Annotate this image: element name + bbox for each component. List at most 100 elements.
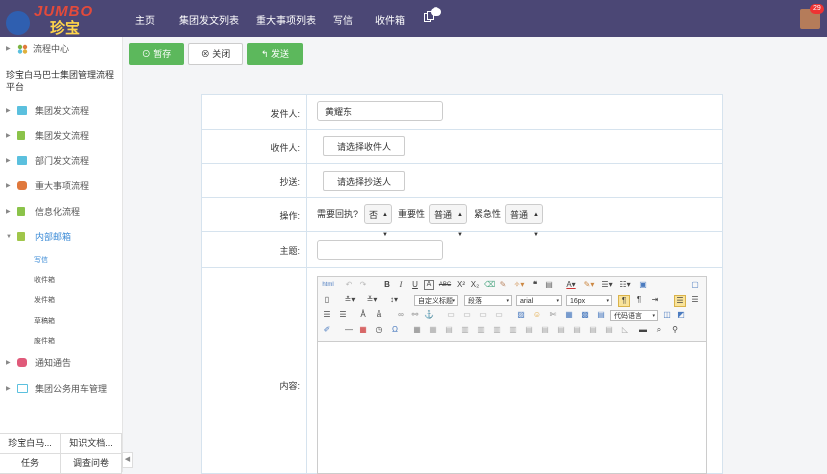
split-cols-icon[interactable]: ▤ [604,325,614,335]
nav-write-letter[interactable]: 写信 [333,12,353,27]
sidebar-item-notices[interactable]: ▶ 通知通告 [0,353,122,373]
code-language-select[interactable]: 代码语言 ▾ [610,310,658,321]
scrawl-icon[interactable]: ✐ [322,325,332,335]
emotion-icon[interactable]: ☺ [532,310,542,320]
unlink-icon[interactable]: ⚯ [410,310,420,320]
row-spacing-bottom-icon[interactable]: ≚▾ [364,295,380,305]
nav-home[interactable]: 主页 [135,12,155,27]
custom-title-select[interactable]: 自定义标题 ▾ [414,295,458,306]
send-button[interactable]: ↰ 发送 [247,43,303,65]
sidebar-sub-drafts[interactable]: 草稿箱 [34,316,55,326]
link-icon[interactable]: ∞ [396,310,406,320]
delete-row-icon[interactable]: ▥ [476,325,486,335]
sidebar-item-major-matters[interactable]: ▶ 重大事项流程 [0,176,122,196]
underline-icon[interactable]: U [410,280,420,290]
delete-table-icon[interactable]: ▦ [428,325,438,335]
image-none-icon[interactable]: ▭ [446,310,456,320]
merge-down-icon[interactable]: ▤ [556,325,566,335]
time-icon[interactable]: ◷ [374,325,384,335]
font-color-icon[interactable]: A▾ [564,280,578,290]
horizontal-rule-icon[interactable]: — [344,325,354,335]
sidebar-item-internal-mail[interactable]: ▼ 内部邮箱 [0,227,122,247]
preview-icon[interactable]: ⌕ [654,325,664,335]
close-button[interactable]: ⊗ 关闭 [188,43,243,65]
strikethrough-icon[interactable]: ABC [438,280,452,290]
fullscreen-icon[interactable]: ▢ [690,280,700,290]
date-icon[interactable]: ▦ [358,325,368,335]
split-rows-icon[interactable]: ▤ [588,325,598,335]
collapse-sidebar-button[interactable]: ◀ [122,452,133,468]
unordered-list-icon[interactable]: ☷▾ [618,280,632,290]
align-center-icon[interactable]: ☰ [690,295,700,305]
insert-table-icon[interactable]: ▦ [412,325,422,335]
paragraph-select[interactable]: 段落 ▾ [464,295,512,306]
align-right-icon[interactable]: ☰ [322,310,332,320]
row-spacing-top-icon[interactable]: ≛▾ [342,295,358,305]
font-border-icon[interactable]: A [424,280,434,290]
italic-icon[interactable]: I [396,280,406,290]
subject-input[interactable] [317,240,443,260]
sidebar-item-group-doc-2[interactable]: ▶ 集团发文流程 [0,126,122,146]
special-chars-icon[interactable]: Ω [390,325,400,335]
sidebar-item-dept-doc[interactable]: ▶ 部门发文流程 [0,151,122,171]
paste-text-icon[interactable]: ▤ [544,280,554,290]
cleardoc-icon[interactable]: ▯ [322,295,332,305]
sidebar-sub-outbox[interactable]: 发件箱 [34,295,55,305]
sidebar-item-flow-center[interactable]: ▶ 流程中心 [0,39,122,59]
map-icon[interactable]: ▦ [564,310,574,320]
justify-icon[interactable]: ☰ [338,310,348,320]
merge-cells-icon[interactable]: ▤ [524,325,534,335]
importance-select[interactable]: 普通 ▲ ▼ [429,204,467,238]
select-cc-button[interactable]: 请选择抄送人 [323,171,405,191]
select-receiver-button[interactable]: 请选择收件人 [323,136,405,156]
editor-content-area[interactable] [318,342,706,472]
image-center-icon[interactable]: ▭ [494,310,504,320]
table-props-icon[interactable]: ◺ [620,325,630,335]
sidebar-item-vehicle-mgmt[interactable]: ▶ 集团公务用车管理 [0,379,122,399]
reply-receipt-select[interactable]: 否 ▲ ▼ [364,204,392,238]
delete-col-icon[interactable]: ▥ [508,325,518,335]
ordered-list-icon[interactable]: ☰▾ [600,280,614,290]
rtl-icon[interactable]: ¶ [634,295,644,305]
format-brush-icon[interactable]: ✎ [498,280,508,290]
save-draft-button[interactable]: ⊙ 暂存 [129,43,184,65]
sidebar-sub-inbox[interactable]: 收件箱 [34,275,55,285]
line-height-icon[interactable]: ↕▾ [386,295,402,305]
select-all-icon[interactable]: ▣ [638,280,648,290]
urgency-select[interactable]: 普通 ▲ ▼ [505,204,543,238]
anchor-icon[interactable]: ⚓ [424,310,434,320]
undo-icon[interactable]: ↶ [344,280,354,290]
tab-tasks[interactable]: 任务 [0,454,61,474]
superscript-icon[interactable]: X² [456,280,466,290]
tab-knowledge-docs[interactable]: 知识文档... [61,434,122,454]
nav-group-doc-list[interactable]: 集团发文列表 [179,12,239,27]
to-lowercase-icon[interactable]: å [374,310,384,320]
redo-icon[interactable]: ↷ [358,280,368,290]
attachment-icon[interactable]: ✄ [548,310,558,320]
subscript-icon[interactable]: X₂ [470,280,480,290]
page-break-icon[interactable]: ◫ [662,310,672,320]
font-size-select[interactable]: 16px ▾ [566,295,612,306]
nav-major-matters-list[interactable]: 重大事项列表 [256,12,316,27]
nav-inbox[interactable]: 收件箱 [375,12,405,27]
indent-icon[interactable]: ⇥ [650,295,660,305]
source-icon[interactable]: html [322,280,334,290]
eraser-icon[interactable]: ⌫ [484,280,495,290]
sidebar-sub-trash[interactable]: 废件箱 [34,336,55,346]
jumbo-logo[interactable]: JUMBO 珍宝 [6,3,106,37]
background-color-icon[interactable]: ✎▾ [582,280,596,290]
sidebar-sub-write[interactable]: 写信 [34,255,48,265]
tab-jumbo[interactable]: 珍宝白马... [0,434,61,454]
insert-image-icon[interactable]: ▨ [516,310,526,320]
background-icon[interactable]: ◩ [676,310,686,320]
video-icon[interactable]: ▩ [580,310,590,320]
template-icon[interactable]: ▤ [596,310,606,320]
image-right-icon[interactable]: ▭ [478,310,488,320]
sidebar-item-group-doc-1[interactable]: ▶ 集团发文流程 [0,101,122,121]
insert-row-icon[interactable]: ▥ [460,325,470,335]
tab-survey[interactable]: 调查问卷 [61,454,122,474]
auto-format-icon[interactable]: ✧▾ [512,280,526,290]
font-family-select[interactable]: arial ▾ [516,295,562,306]
bold-icon[interactable]: B [382,280,392,290]
print-icon[interactable]: ▬ [638,325,648,335]
